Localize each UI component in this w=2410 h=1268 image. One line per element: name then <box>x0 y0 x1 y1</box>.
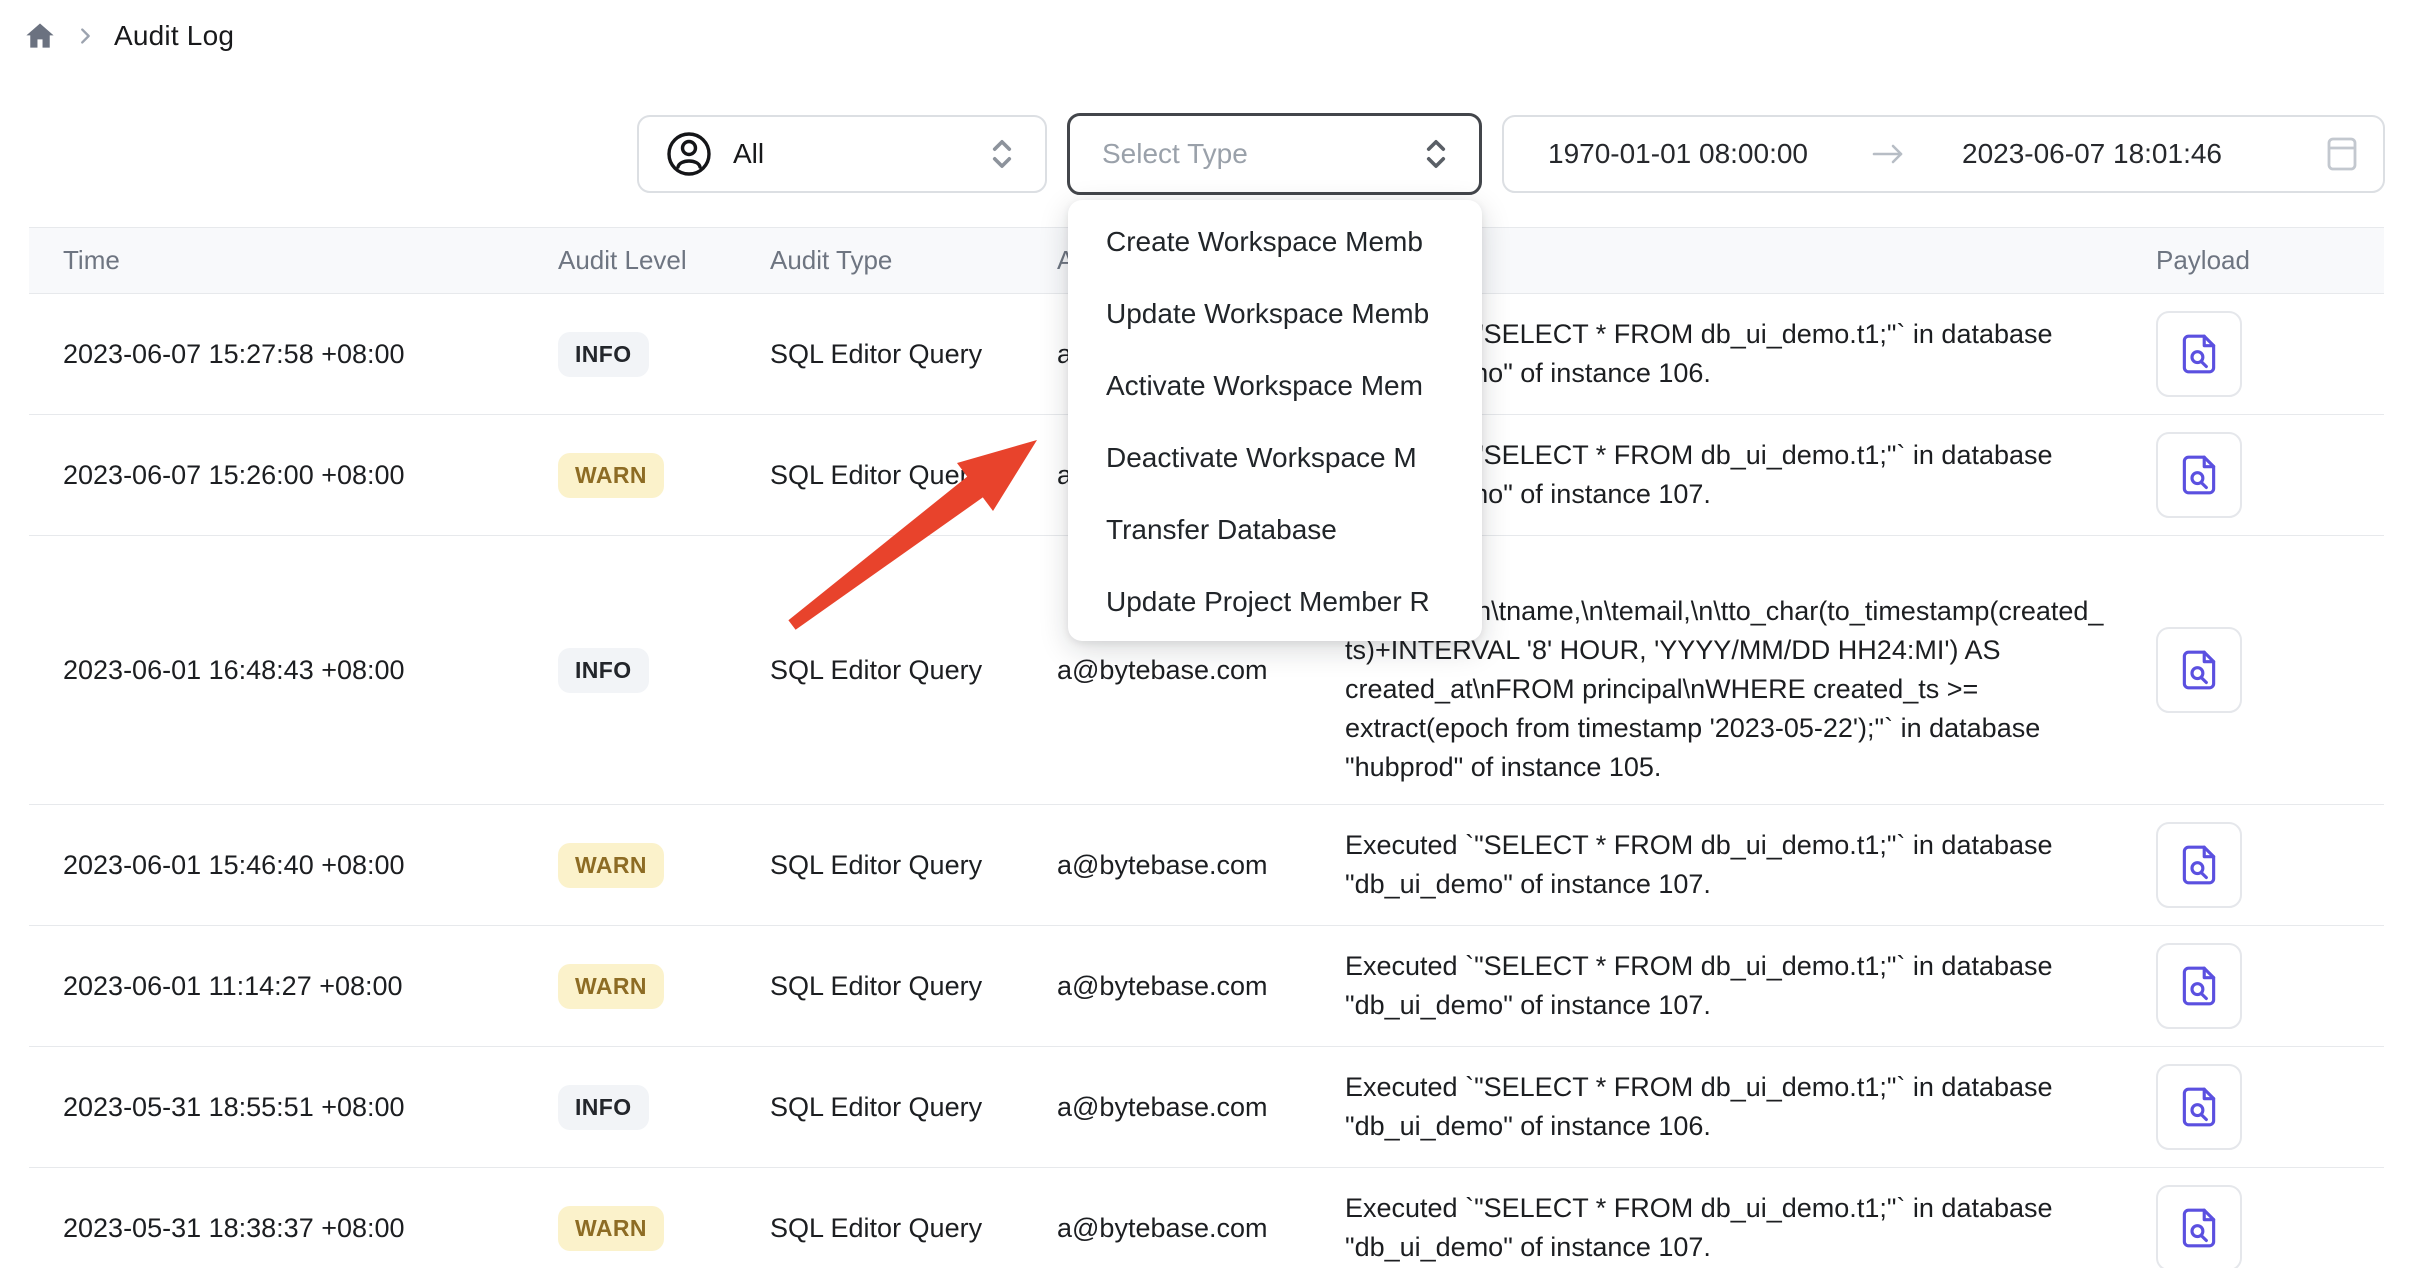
audit-log-page: Audit Log All Select Type 1970-01-01 08:… <box>0 0 2410 1268</box>
type-menu-item[interactable]: Update Project Member R <box>1068 566 1482 638</box>
audit-level-badge: INFO <box>558 332 649 377</box>
type-menu-item[interactable]: Transfer Database <box>1068 494 1482 566</box>
table-row: 2023-05-31 18:55:51 +08:00 INFO SQL Edit… <box>29 1047 2384 1168</box>
audit-level-badge: INFO <box>558 1085 649 1130</box>
audit-actor: a@bytebase.com <box>1057 1092 1345 1123</box>
person-circle-icon <box>665 130 713 178</box>
audit-comment: Executed `"SELECT * FROM db_ui_demo.t1;"… <box>1345 1068 2120 1146</box>
audit-actor: a@bytebase.com <box>1057 850 1345 881</box>
audit-level-badge: INFO <box>558 648 649 693</box>
type-menu-item[interactable]: Update Workspace Memb <box>1068 278 1482 350</box>
type-filter-select[interactable]: Select Type <box>1067 113 1482 195</box>
date-range-start[interactable]: 1970-01-01 08:00:00 <box>1548 138 1808 170</box>
chevron-right-icon <box>74 25 96 47</box>
file-search-icon <box>2176 1084 2222 1130</box>
select-chevrons-icon <box>987 137 1017 171</box>
view-payload-button[interactable] <box>2156 822 2242 908</box>
file-search-icon <box>2176 963 2222 1009</box>
audit-type: SQL Editor Query <box>770 971 1057 1002</box>
audit-type: SQL Editor Query <box>770 655 1057 686</box>
file-search-icon <box>2176 452 2222 498</box>
type-menu-item[interactable]: Activate Workspace Mem <box>1068 350 1482 422</box>
audit-comment: Executed `"SELECT * FROM db_ui_demo.t1;"… <box>1345 826 2120 904</box>
audit-type: SQL Editor Query <box>770 460 1057 491</box>
table-row: 2023-05-31 18:38:37 +08:00 WARN SQL Edit… <box>29 1168 2384 1268</box>
actor-filter-select[interactable]: All <box>637 115 1047 193</box>
audit-level-badge: WARN <box>558 1206 664 1251</box>
audit-actor: a@bytebase.com <box>1057 971 1345 1002</box>
audit-type: SQL Editor Query <box>770 1213 1057 1244</box>
view-payload-button[interactable] <box>2156 311 2242 397</box>
date-range-end[interactable]: 2023-06-07 18:01:46 <box>1962 138 2222 170</box>
audit-time: 2023-06-01 11:14:27 +08:00 <box>29 971 550 1002</box>
file-search-icon <box>2176 1205 2222 1251</box>
arrow-right-icon <box>1870 139 1906 169</box>
audit-level-badge: WARN <box>558 964 664 1009</box>
audit-time: 2023-05-31 18:55:51 +08:00 <box>29 1092 550 1123</box>
view-payload-button[interactable] <box>2156 1064 2242 1150</box>
home-icon[interactable] <box>24 20 56 52</box>
audit-time: 2023-06-07 15:27:58 +08:00 <box>29 339 550 370</box>
breadcrumb: Audit Log <box>24 20 234 52</box>
column-header-time: Time <box>29 245 550 276</box>
table-row: 2023-06-01 15:46:40 +08:00 WARN SQL Edit… <box>29 805 2384 926</box>
page-title: Audit Log <box>114 20 234 52</box>
date-range-picker[interactable]: 1970-01-01 08:00:00 2023-06-07 18:01:46 <box>1502 115 2385 193</box>
audit-time: 2023-06-01 15:46:40 +08:00 <box>29 850 550 881</box>
select-chevrons-icon <box>1421 137 1451 171</box>
audit-time: 2023-06-07 15:26:00 +08:00 <box>29 460 550 491</box>
actor-filter-value: All <box>733 138 967 170</box>
table-row: 2023-06-01 11:14:27 +08:00 WARN SQL Edit… <box>29 926 2384 1047</box>
file-search-icon <box>2176 647 2222 693</box>
type-filter-placeholder: Select Type <box>1102 138 1421 170</box>
type-filter-menu: Create Workspace MembUpdate Workspace Me… <box>1068 200 1482 641</box>
audit-type: SQL Editor Query <box>770 339 1057 370</box>
audit-type: SQL Editor Query <box>770 850 1057 881</box>
view-payload-button[interactable] <box>2156 943 2242 1029</box>
audit-actor: a@bytebase.com <box>1057 1213 1345 1244</box>
audit-comment: Executed `"SELECT * FROM db_ui_demo.t1;"… <box>1345 947 2120 1025</box>
audit-time: 2023-06-01 16:48:43 +08:00 <box>29 655 550 686</box>
view-payload-button[interactable] <box>2156 1185 2242 1268</box>
audit-time: 2023-05-31 18:38:37 +08:00 <box>29 1213 550 1244</box>
column-header-type: Audit Type <box>770 245 1057 276</box>
calendar-icon <box>2325 134 2359 174</box>
audit-comment: Executed `"SELECT * FROM db_ui_demo.t1;"… <box>1345 1189 2120 1267</box>
file-search-icon <box>2176 331 2222 377</box>
audit-actor: a@bytebase.com <box>1057 655 1345 686</box>
file-search-icon <box>2176 842 2222 888</box>
view-payload-button[interactable] <box>2156 627 2242 713</box>
audit-level-badge: WARN <box>558 843 664 888</box>
view-payload-button[interactable] <box>2156 432 2242 518</box>
type-menu-item[interactable]: Create Workspace Memb <box>1068 206 1482 278</box>
column-header-level: Audit Level <box>550 245 770 276</box>
audit-type: SQL Editor Query <box>770 1092 1057 1123</box>
audit-level-badge: WARN <box>558 453 664 498</box>
column-header-payload: Payload <box>2120 245 2384 276</box>
type-menu-item[interactable]: Deactivate Workspace M <box>1068 422 1482 494</box>
